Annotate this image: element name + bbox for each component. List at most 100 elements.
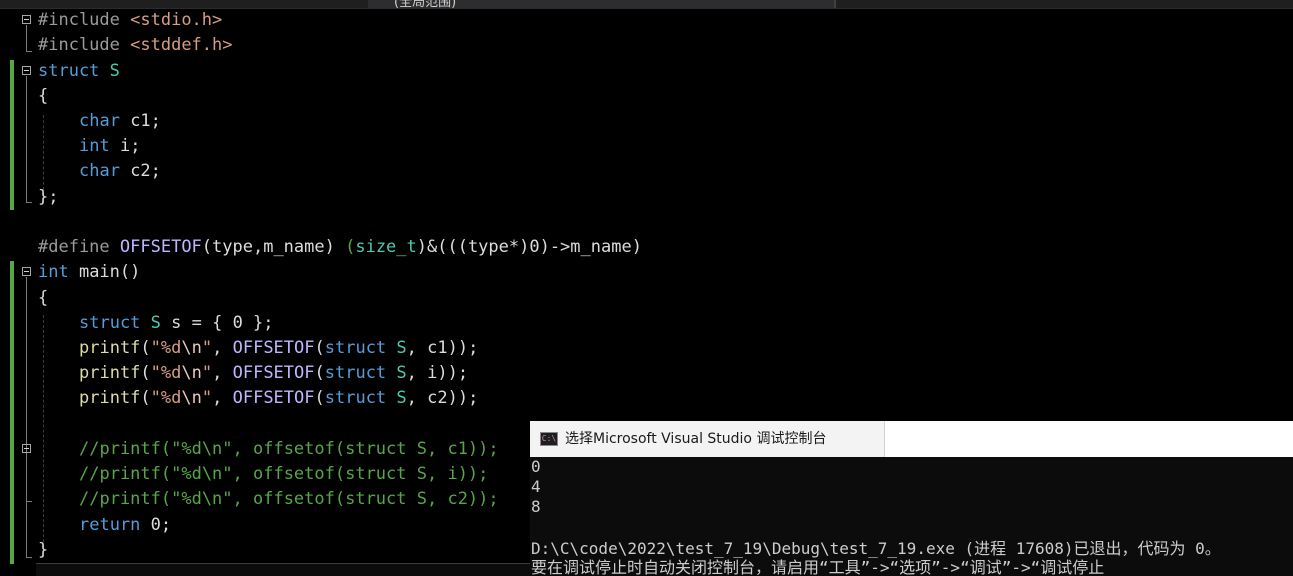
type-name: S	[386, 388, 407, 408]
comma: ,	[212, 338, 233, 358]
paren: (	[314, 388, 325, 408]
macro-params: (type,m_name)	[201, 237, 346, 257]
macro-name: OFFSETOF	[232, 338, 315, 358]
cast-type: size_t	[355, 237, 417, 257]
code-line-15: printf("%d\n", OFFSETOF(struct S, i));	[79, 361, 468, 386]
indent-guide	[43, 315, 44, 557]
keyword: struct	[324, 388, 387, 408]
horizontal-scrollbar[interactable]	[36, 563, 536, 576]
string-literal: "	[201, 338, 213, 358]
change-indicator-bar	[10, 60, 14, 210]
keyword: struct	[38, 61, 100, 81]
macro-name: OFFSETOF	[232, 388, 315, 408]
code-line-8: };	[38, 185, 58, 210]
code-line-18: //printf("%d\n", offsetof(struct S, c1))…	[79, 439, 499, 459]
code-line-10: #define OFFSETOF(type,m_name) (size_t)&(…	[38, 235, 642, 260]
macro-body: )&(((type*)0)->m_name)	[416, 237, 642, 257]
console-output[interactable]: 0 4 8 D:\C\code\2022\test_7_19\Debug\tes…	[530, 457, 1293, 576]
console-output-line: 8	[531, 497, 541, 516]
preprocessor-directive: #include	[38, 35, 120, 55]
code-line-7: char c2;	[79, 159, 161, 184]
code-line-22: }	[38, 538, 48, 563]
code-line-1: #include <stdio.h>	[38, 8, 222, 33]
fold-end	[26, 557, 32, 558]
string-literal: "	[201, 363, 213, 383]
comma: ,	[212, 388, 233, 408]
member-decl: i;	[109, 136, 141, 156]
paren: (	[140, 388, 151, 408]
paren: (	[140, 363, 151, 383]
keyword: char	[79, 161, 120, 181]
comma: ,	[212, 363, 233, 383]
function-signature: main()	[68, 262, 141, 282]
function-call: printf	[79, 338, 141, 358]
paren: (	[314, 363, 325, 383]
keyword: return	[79, 515, 141, 535]
code-line-5: char c1;	[79, 109, 161, 134]
type-name: S	[109, 61, 120, 81]
keyword: int	[79, 136, 110, 156]
scope-dropdown-label: (全局范围)	[394, 0, 457, 8]
return-value: 0;	[140, 515, 172, 535]
keyword: struct	[324, 338, 387, 358]
type-name: S	[386, 338, 407, 358]
member-decl: c2;	[119, 161, 161, 181]
code-line-4: {	[38, 84, 48, 109]
code-line-12: {	[38, 286, 48, 311]
scope-dropdown[interactable]: (全局范围)	[368, 0, 834, 8]
code-line-14: printf("%d\n", OFFSETOF(struct S, c1));	[79, 336, 478, 361]
keyword: struct	[324, 363, 387, 383]
macro-name: OFFSETOF	[119, 237, 202, 257]
console-output-line: 4	[531, 477, 541, 496]
fold-end	[26, 51, 32, 52]
fold-toggle-icon[interactable]	[22, 66, 31, 75]
fold-end	[26, 202, 32, 203]
string-literal: "	[201, 388, 213, 408]
fold-line	[26, 277, 27, 557]
fold-toggle-icon[interactable]	[22, 15, 31, 24]
args: , c2));	[406, 388, 479, 408]
type-name: S	[150, 313, 161, 333]
code-line-13: struct S s = { 0 };	[79, 311, 274, 336]
change-indicator-bar	[10, 261, 14, 564]
fold-line	[26, 454, 27, 501]
keyword: char	[79, 111, 120, 131]
code-line-11: int main()	[38, 260, 140, 285]
fold-line	[26, 25, 27, 51]
cast-open: (	[345, 237, 356, 257]
include-header: <stdio.h>	[130, 10, 223, 30]
code-line-21: return 0;	[79, 513, 171, 538]
console-title: 选择Microsoft Visual Studio 调试控制台	[565, 431, 827, 447]
function-call: printf	[79, 388, 141, 408]
keyword: int	[38, 262, 69, 282]
paren: (	[140, 338, 151, 358]
var-init: s = { 0 };	[160, 313, 274, 333]
code-line-2: #include <stddef.h>	[38, 33, 233, 58]
escape-sequence: \n	[181, 338, 202, 358]
code-line-3: struct S	[38, 59, 120, 84]
console-titlebar[interactable]: C:\ 选择Microsoft Visual Studio 调试控制台	[530, 421, 1293, 457]
console-title-area[interactable]: C:\ 选择Microsoft Visual Studio 调试控制台	[530, 421, 885, 457]
code-line-19: //printf("%d\n", offsetof(struct S, i));	[79, 464, 489, 484]
debug-console-window[interactable]: C:\ 选择Microsoft Visual Studio 调试控制台 0 4 …	[530, 421, 1293, 576]
member-decl: c1;	[119, 111, 161, 131]
string-literal: "%d	[150, 363, 182, 383]
escape-sequence: \n	[181, 388, 202, 408]
macro-name: OFFSETOF	[232, 363, 315, 383]
preprocessor-directive: #define	[38, 237, 110, 257]
preprocessor-directive: #include	[38, 10, 120, 30]
console-output-line: 0	[531, 457, 541, 476]
brace: {	[38, 288, 49, 308]
toolbar-separator	[834, 0, 836, 8]
code-line-6: int i;	[79, 134, 140, 159]
brace: };	[38, 187, 59, 207]
string-literal: "%d	[150, 388, 182, 408]
args: , c1));	[406, 338, 479, 358]
code-line-16: printf("%d\n", OFFSETOF(struct S, c2));	[79, 386, 478, 411]
escape-sequence: \n	[181, 363, 202, 383]
code-line-20: //printf("%d\n", offsetof(struct S, c2))…	[79, 489, 499, 509]
fold-toggle-icon[interactable]	[22, 444, 31, 453]
string-literal: "%d	[150, 338, 182, 358]
console-output-line: 要在调试停止时自动关闭控制台，请启用“工具”->“选项”->“调试”->“调试停…	[531, 558, 1105, 576]
fold-toggle-icon[interactable]	[22, 267, 31, 276]
